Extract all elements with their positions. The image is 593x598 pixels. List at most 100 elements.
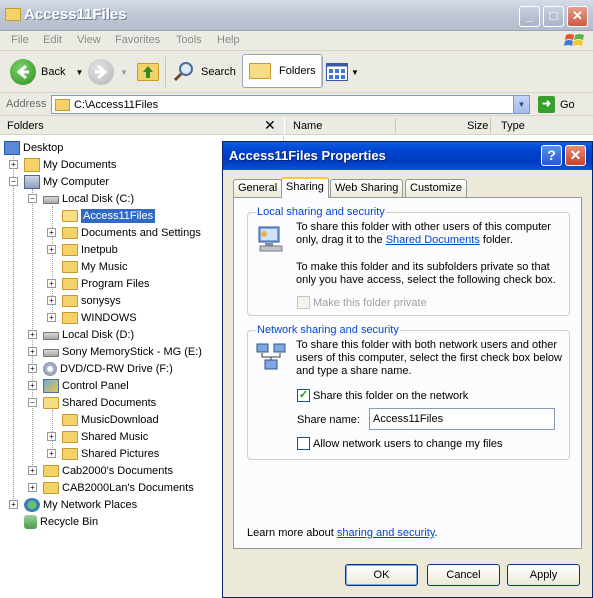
share-name-value: Access11Files — [373, 413, 444, 425]
my-documents-icon — [24, 157, 40, 172]
dialog-title-bar[interactable]: Access11Files Properties ? ✕ — [223, 142, 592, 170]
properties-dialog: Access11Files Properties ? ✕ General Sha… — [222, 141, 593, 598]
column-header-size[interactable]: Size — [467, 120, 488, 132]
expand-icon[interactable]: + — [47, 228, 56, 237]
forward-arrow-icon — [88, 59, 114, 85]
maximize-button[interactable]: □ — [543, 6, 564, 27]
chevron-down-icon[interactable]: ▼ — [120, 68, 128, 77]
menu-edit[interactable]: Edit — [43, 34, 62, 46]
tab-sharing[interactable]: Sharing — [281, 177, 329, 198]
tab-customize[interactable]: Customize — [405, 179, 467, 197]
address-dropdown-button[interactable]: ▼ — [513, 96, 529, 113]
collapse-icon[interactable]: − — [28, 398, 37, 407]
menu-tools[interactable]: Tools — [176, 34, 202, 46]
tree-item-access11files[interactable]: Access11Files — [62, 207, 156, 224]
tree-item-my-network-places[interactable]: My Network Places — [24, 496, 137, 513]
tree-item-desktop[interactable]: Desktop — [4, 139, 63, 156]
tree-item-sony-memorystick[interactable]: Sony MemoryStick - MG (E:) — [43, 343, 202, 360]
share-name-input[interactable]: Access11Files — [369, 408, 555, 430]
search-button[interactable]: Search — [172, 56, 236, 88]
folder-icon — [62, 243, 78, 256]
tree-item-musicdownload[interactable]: MusicDownload — [62, 411, 159, 428]
menu-favorites[interactable]: Favorites — [115, 34, 160, 46]
go-button[interactable]: ➜ Go — [538, 96, 575, 113]
tab-general[interactable]: General — [233, 179, 283, 197]
expand-icon[interactable]: + — [28, 330, 37, 339]
views-button[interactable]: ▼ — [326, 56, 359, 88]
collapse-icon[interactable]: − — [9, 177, 18, 186]
tree-item-inetpub[interactable]: Inetpub — [62, 241, 118, 258]
column-header-type[interactable]: Type — [501, 120, 525, 132]
local-sharing-title: Local sharing and security — [256, 206, 386, 218]
expand-icon[interactable]: + — [9, 160, 18, 169]
menu-file[interactable]: File — [11, 34, 29, 46]
back-arrow-icon — [10, 59, 36, 85]
cd-drive-icon — [43, 361, 57, 376]
column-header-name[interactable]: Name — [293, 120, 322, 132]
tree-item-cab2000-documents[interactable]: Cab2000's Documents — [43, 462, 173, 479]
expand-icon[interactable]: + — [28, 483, 37, 492]
tree-item-documents-and-settings[interactable]: Documents and Settings — [62, 224, 201, 241]
tree-item-local-disk-d[interactable]: Local Disk (D:) — [43, 326, 134, 343]
tree-item-shared-documents[interactable]: Shared Documents — [43, 394, 156, 411]
help-button[interactable]: ? — [541, 145, 562, 166]
memorystick-icon — [43, 348, 59, 357]
tree-item-sonysys[interactable]: sonysys — [62, 292, 121, 309]
dialog-close-button[interactable]: ✕ — [565, 145, 586, 166]
tree-item-my-music[interactable]: My Music — [62, 258, 127, 275]
tree-item-recycle-bin[interactable]: Recycle Bin — [24, 513, 98, 530]
tree-item-dvd-drive[interactable]: DVD/CD-RW Drive (F:) — [43, 360, 173, 377]
expand-icon[interactable]: + — [47, 245, 56, 254]
expand-icon[interactable]: + — [47, 313, 56, 322]
tree-item-my-computer[interactable]: My Computer — [24, 173, 109, 190]
tree-item-program-files[interactable]: Program Files — [62, 275, 149, 292]
ok-button[interactable]: OK — [345, 564, 418, 586]
tree-item-shared-pictures[interactable]: Shared Pictures — [62, 445, 159, 462]
share-on-network-checkbox[interactable]: ✓ — [297, 389, 310, 402]
expand-icon[interactable]: + — [28, 381, 37, 390]
tree-item-label: My Music — [81, 260, 128, 273]
sharing-and-security-link[interactable]: sharing and security — [337, 527, 435, 539]
minimize-button[interactable]: _ — [519, 6, 540, 27]
expand-icon[interactable]: + — [28, 364, 37, 373]
expand-icon[interactable]: + — [47, 449, 56, 458]
expand-icon[interactable]: + — [47, 432, 56, 441]
windows-logo-icon — [564, 34, 584, 46]
close-icon[interactable]: ✕ — [264, 117, 276, 134]
address-input[interactable]: C:\Access11Files ▼ — [51, 95, 530, 114]
chevron-down-icon[interactable]: ▼ — [75, 68, 83, 77]
chevron-down-icon[interactable]: ▼ — [351, 68, 359, 77]
cancel-button[interactable]: Cancel — [427, 564, 500, 586]
column-separator[interactable] — [395, 118, 396, 133]
tree-item-windows[interactable]: WINDOWS — [62, 309, 137, 326]
folders-button[interactable]: Folders — [242, 54, 323, 88]
tree-item-local-disk-c[interactable]: Local Disk (C:) — [43, 190, 134, 207]
forward-button[interactable]: ▼ — [88, 56, 128, 88]
drive-icon — [43, 331, 59, 340]
make-private-checkbox[interactable] — [297, 296, 310, 309]
tree-item-label: Recycle Bin — [40, 515, 99, 528]
apply-button[interactable]: Apply — [507, 564, 580, 586]
tree-item-label: Inetpub — [81, 243, 118, 256]
back-button[interactable]: Back ▼ — [10, 56, 83, 88]
menu-help[interactable]: Help — [217, 34, 240, 46]
expand-icon[interactable]: + — [28, 466, 37, 475]
network-text-line3: and type a share name. — [296, 365, 412, 377]
tree-item-my-documents[interactable]: My Documents — [24, 156, 116, 173]
up-folder-button[interactable] — [137, 56, 162, 88]
tree-item-label: Sony MemoryStick - MG (E:) — [62, 345, 202, 358]
tree-item-shared-music[interactable]: Shared Music — [62, 428, 148, 445]
tree-item-cab2000lan-documents[interactable]: CAB2000Lan's Documents — [43, 479, 194, 496]
close-button[interactable]: ✕ — [567, 6, 588, 27]
expand-icon[interactable]: + — [9, 500, 18, 509]
column-separator[interactable] — [490, 118, 491, 133]
expand-icon[interactable]: + — [47, 279, 56, 288]
collapse-icon[interactable]: − — [28, 194, 37, 203]
allow-change-checkbox[interactable] — [297, 437, 310, 450]
expand-icon[interactable]: + — [28, 347, 37, 356]
tab-web-sharing[interactable]: Web Sharing — [330, 179, 404, 197]
shared-documents-link[interactable]: Shared Documents — [386, 234, 480, 246]
tree-item-control-panel[interactable]: Control Panel — [43, 377, 129, 394]
menu-view[interactable]: View — [77, 34, 101, 46]
expand-icon[interactable]: + — [47, 296, 56, 305]
